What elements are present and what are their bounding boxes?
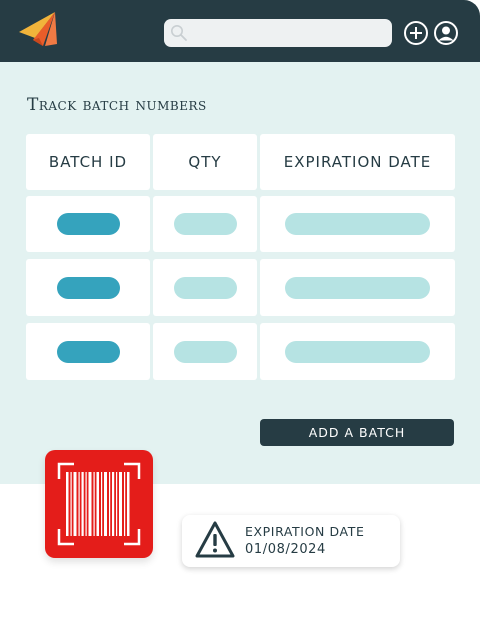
search-input[interactable] xyxy=(192,23,382,43)
qty-placeholder xyxy=(173,213,237,235)
table-row-3-expiration-cell[interactable] xyxy=(260,323,455,380)
table-row-1-expiration-cell[interactable] xyxy=(260,196,455,252)
barcode-scan-icon xyxy=(57,462,141,546)
search-icon xyxy=(171,25,187,41)
expiration-placeholder xyxy=(285,276,430,299)
expiration-placeholder xyxy=(285,340,430,363)
warning-triangle-icon xyxy=(195,521,235,558)
top-bar xyxy=(0,0,480,62)
paper-plane-logo xyxy=(19,12,57,46)
table-row-2-qty-cell[interactable] xyxy=(153,259,257,316)
page-title: Track batch numbers xyxy=(27,95,207,115)
batch-id-placeholder xyxy=(56,340,120,363)
expiration-date-value: 01/08/2024 xyxy=(245,542,326,557)
qty-placeholder xyxy=(173,340,237,363)
table-row-2-expiration-cell[interactable] xyxy=(260,259,455,316)
expiration-label: EXPIRATION DATE xyxy=(245,524,365,539)
app-window: Track batch numbers BATCH ID QTY EXPIRAT… xyxy=(0,0,480,484)
user-circle-icon[interactable] xyxy=(433,20,459,46)
column-header-qty[interactable]: QTY xyxy=(153,134,257,190)
table-row-3-batch-id-cell[interactable] xyxy=(26,323,150,380)
table-row-2-batch-id-cell[interactable] xyxy=(26,259,150,316)
barcode-scan-card[interactable] xyxy=(45,450,153,558)
batch-id-placeholder xyxy=(56,276,120,299)
table-row-3-qty-cell[interactable] xyxy=(153,323,257,380)
batch-id-placeholder xyxy=(56,213,120,235)
qty-placeholder xyxy=(173,276,237,299)
expiration-placeholder xyxy=(285,213,430,235)
plus-circle-icon[interactable] xyxy=(403,20,429,46)
column-header-batch-id[interactable]: BATCH ID xyxy=(26,134,150,190)
column-header-expiration-date[interactable]: EXPIRATION DATE xyxy=(260,134,455,190)
add-batch-button[interactable]: ADD A BATCH xyxy=(260,419,454,446)
expiration-notice-card: EXPIRATION DATE 01/08/2024 xyxy=(182,515,400,567)
table-row-1-qty-cell[interactable] xyxy=(153,196,257,252)
table-row-1-batch-id-cell[interactable] xyxy=(26,196,150,252)
search-bar[interactable] xyxy=(164,19,392,47)
